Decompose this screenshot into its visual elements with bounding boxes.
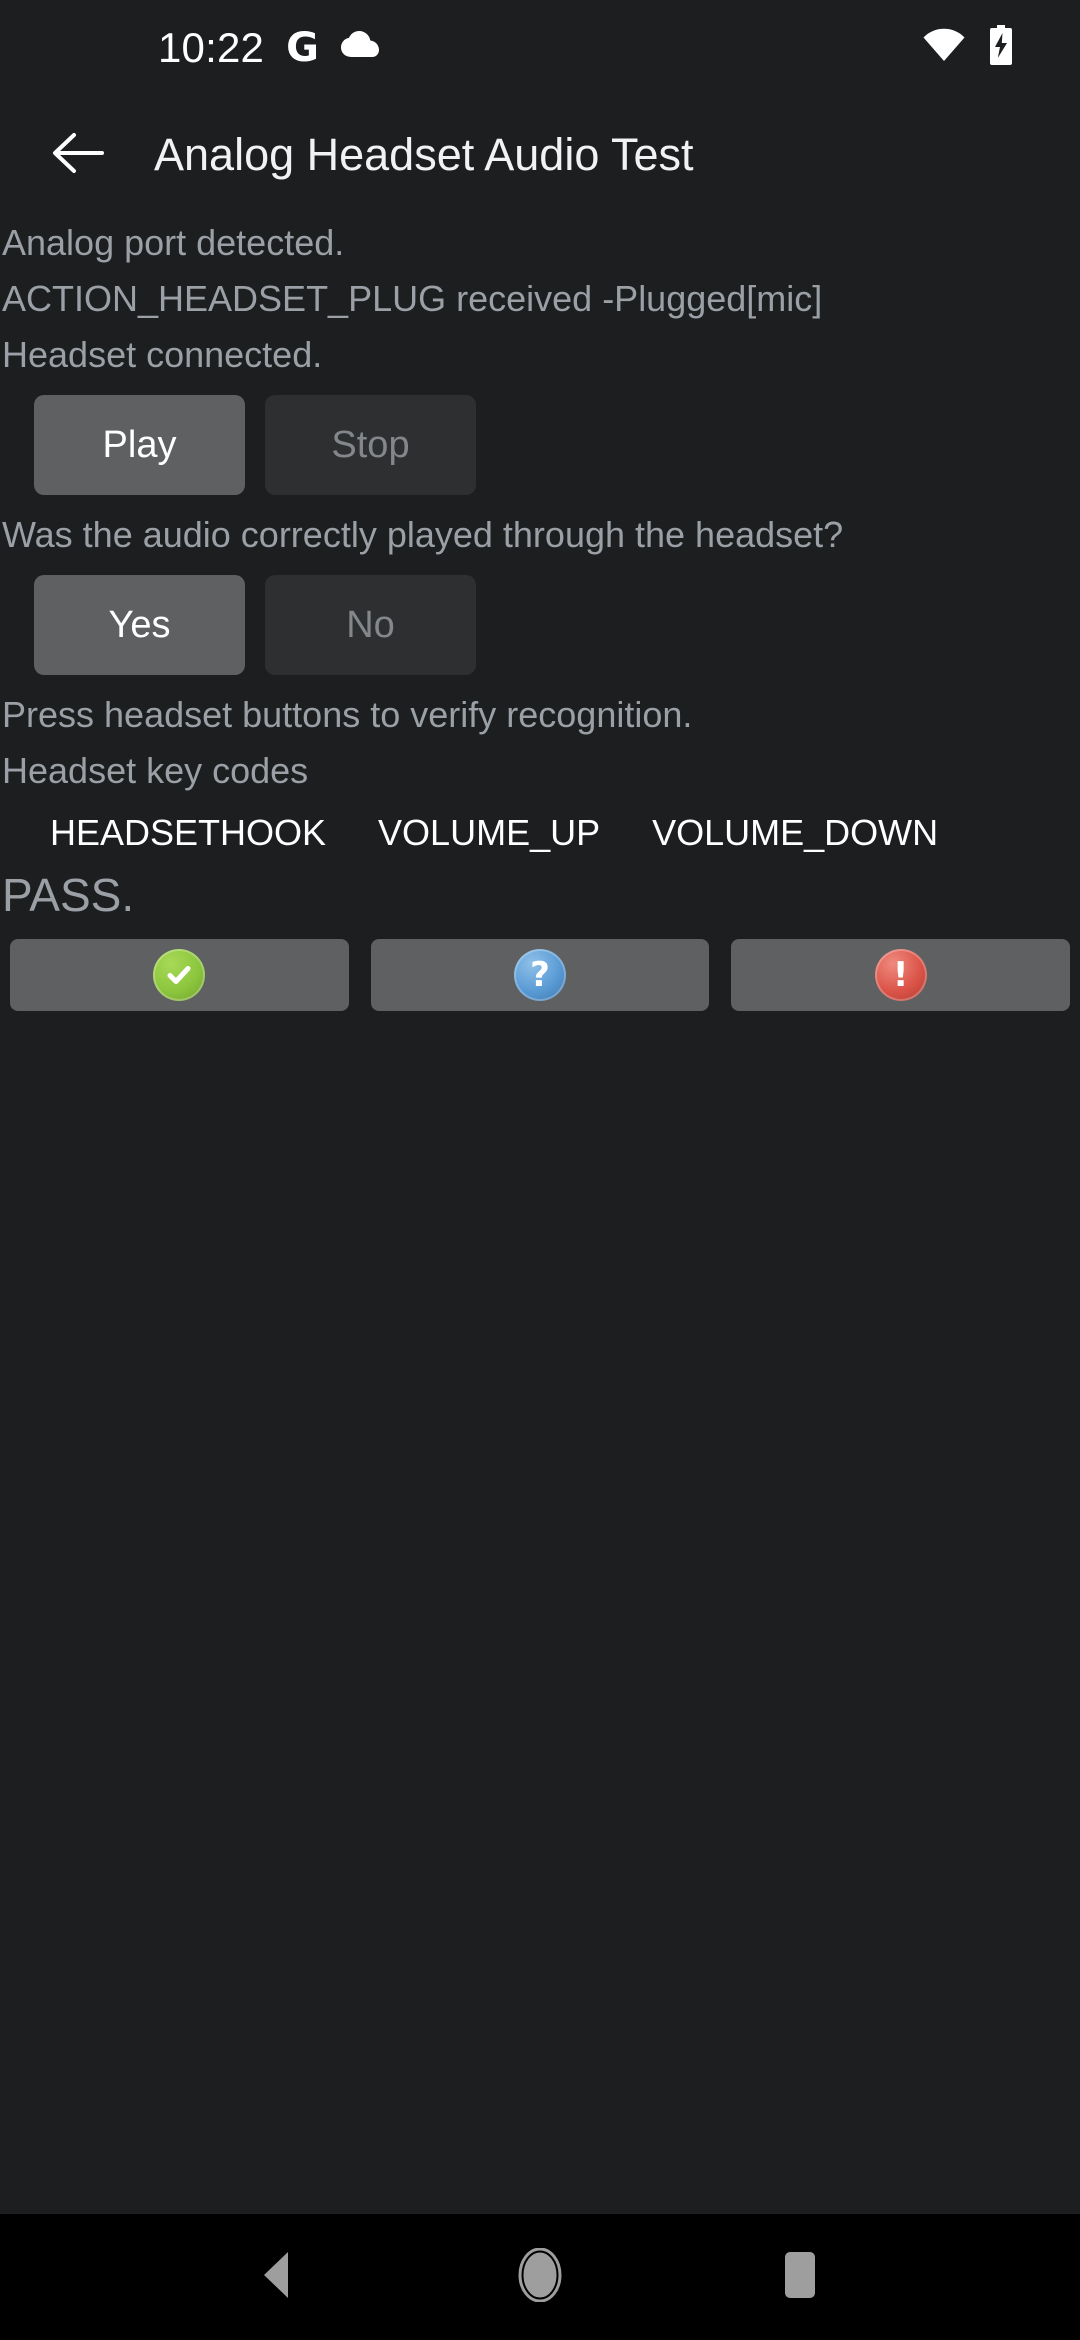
app-bar: Analog Headset Audio Test — [0, 95, 1080, 215]
log-line-3: Headset connected. — [2, 334, 323, 375]
question-circle-icon: ? — [514, 949, 566, 1001]
cloud-icon — [340, 31, 381, 64]
nav-back-icon — [258, 2250, 302, 2305]
keycodes-label: Headset key codes — [2, 750, 309, 791]
status-clock: 10:22 — [158, 23, 265, 71]
yes-button[interactable]: Yes — [34, 575, 245, 675]
status-bar-left: 10:22 G — [0, 23, 381, 71]
playback-question: Was the audio correctly played through t… — [2, 514, 844, 555]
system-navigation-bar — [0, 2214, 1080, 2340]
keycode-list: HEADSETHOOK VOLUME_UP VOLUME_DOWN — [0, 805, 1080, 861]
battery-charging-icon — [988, 25, 1014, 70]
back-button[interactable] — [22, 100, 132, 210]
test-action-bar: ? ! — [0, 925, 1080, 1011]
pass-button[interactable] — [10, 939, 349, 1011]
phone-screen: 10:22 G Analog Headset Audio Test Analog… — [0, 0, 1080, 2340]
exclamation-circle-icon: ! — [874, 949, 927, 1001]
nav-recents-button[interactable] — [740, 2227, 860, 2327]
status-bar-right — [922, 25, 1040, 70]
arrow-back-icon — [50, 129, 104, 182]
no-button[interactable]: No — [265, 575, 476, 675]
keycode-headsethook: HEADSETHOOK — [50, 812, 327, 853]
status-bar: 10:22 G — [0, 0, 1080, 95]
page-title: Analog Headset Audio Test — [154, 129, 694, 180]
playback-controls: Play Stop — [0, 383, 1080, 507]
google-g-icon: G — [286, 24, 319, 71]
fail-button[interactable]: ! — [731, 939, 1071, 1011]
headset-instruction: Press headset buttons to verify recognit… — [2, 694, 693, 735]
nav-home-button[interactable] — [480, 2227, 600, 2327]
nav-recents-icon — [781, 2250, 819, 2305]
stop-button[interactable]: Stop — [265, 395, 476, 495]
answer-controls: Yes No — [0, 563, 1080, 687]
log-line-1: Analog port detected. — [2, 222, 345, 263]
info-button[interactable]: ? — [370, 939, 710, 1011]
keycode-volume-up: VOLUME_UP — [378, 812, 601, 853]
test-content: Analog port detected. ACTION_HEADSET_PLU… — [0, 215, 1080, 2214]
keycode-volume-down: VOLUME_DOWN — [652, 812, 939, 853]
log-line-2: ACTION_HEADSET_PLUG received -Plugged[mi… — [2, 278, 823, 319]
nav-home-icon — [518, 2247, 562, 2307]
verdict-text: PASS. — [2, 869, 135, 921]
wifi-icon — [922, 28, 966, 67]
nav-back-button[interactable] — [220, 2227, 340, 2327]
check-circle-icon — [153, 949, 206, 1001]
play-button[interactable]: Play — [34, 395, 245, 495]
